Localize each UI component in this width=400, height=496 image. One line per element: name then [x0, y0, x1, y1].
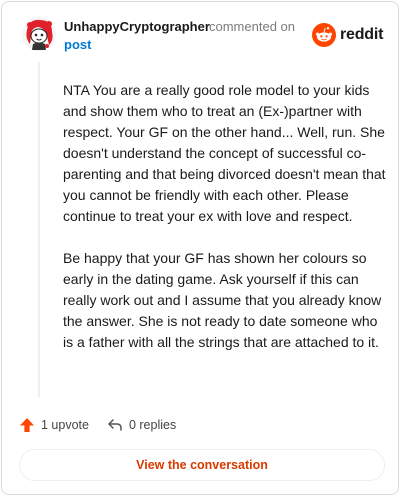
upvote-count: 1 upvote [41, 418, 89, 432]
reddit-alien-icon [312, 23, 336, 47]
user-avatar[interactable] [21, 16, 57, 52]
view-conversation-button[interactable]: View the conversation [19, 449, 385, 481]
comment-body: NTA You are a really good role model to … [63, 80, 389, 374]
replies-button[interactable]: 0 replies [107, 417, 176, 433]
upvote-button[interactable]: 1 upvote [19, 417, 89, 433]
action-text: commented on [209, 19, 295, 34]
thread-line[interactable] [38, 62, 40, 397]
reply-count: 0 replies [128, 418, 177, 432]
comment-paragraph: NTA You are a really good role model to … [63, 82, 386, 224]
comment-paragraph: Be happy that your GF has shown her colo… [63, 250, 382, 350]
reply-arrow-icon [108, 419, 122, 431]
reddit-wordmark: reddit [340, 26, 384, 43]
comment-card: UnhappyCryptographer commented on post r… [1, 1, 399, 495]
reddit-logo[interactable]: reddit [312, 22, 383, 48]
snoo-avatar-icon [22, 17, 56, 51]
comment-actions: 1 upvote 0 replies [19, 414, 176, 436]
post-link[interactable]: post [64, 37, 91, 52]
upvote-arrow-icon [20, 418, 34, 432]
username[interactable]: UnhappyCryptographer [64, 19, 210, 34]
